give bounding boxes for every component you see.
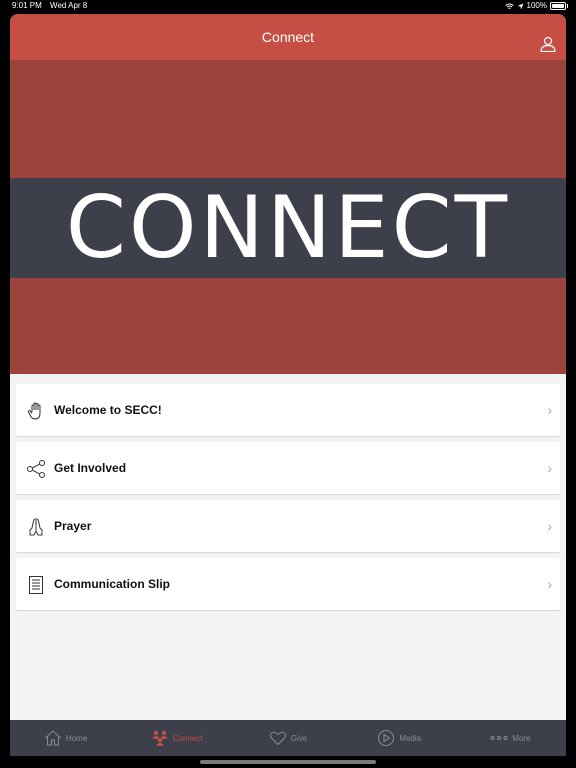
app-window: Connect CONNECT Welcome to SECC! › Get I <box>10 14 566 756</box>
tab-label: Media <box>399 733 422 743</box>
list-item-label: Get Involved <box>54 461 127 475</box>
people-icon <box>152 730 167 746</box>
chevron-right-icon: › <box>547 460 552 476</box>
chevron-right-icon: › <box>547 402 552 418</box>
hero-banner: CONNECT <box>10 60 566 374</box>
list-item-get-involved[interactable]: Get Involved › <box>16 442 560 494</box>
tab-label: More <box>512 733 531 743</box>
tab-give[interactable]: Give <box>232 720 343 756</box>
list-item-label: Communication Slip <box>54 577 171 591</box>
hero-band: CONNECT <box>10 178 566 278</box>
wifi-icon <box>504 3 514 9</box>
page-title: Connect <box>261 29 315 45</box>
nav-bar: Connect <box>10 14 566 60</box>
battery-icon <box>550 2 568 10</box>
list-item-communication-slip[interactable]: Communication Slip › <box>16 558 560 610</box>
document-icon <box>29 576 43 594</box>
status-date: Wed Apr 8 <box>50 1 88 10</box>
menu-list: Welcome to SECC! › Get Involved › Prayer… <box>16 384 560 616</box>
more-icon <box>490 736 508 740</box>
heart-icon <box>269 731 286 746</box>
tab-more[interactable]: More <box>455 720 566 756</box>
tab-label: Give <box>290 733 308 743</box>
tab-home[interactable]: Home <box>10 720 121 756</box>
home-icon <box>45 730 61 746</box>
play-icon <box>378 730 395 746</box>
status-time: 9:01 PM <box>12 1 42 10</box>
chevron-right-icon: › <box>547 518 552 534</box>
tab-connect[interactable]: Connect <box>121 720 232 756</box>
home-indicator[interactable] <box>200 760 376 764</box>
list-item-label: Welcome to SECC! <box>54 403 162 417</box>
hand-icon <box>27 402 41 420</box>
battery-percent: 100% <box>526 1 547 10</box>
list-item-label: Prayer <box>54 519 92 533</box>
list-item-welcome[interactable]: Welcome to SECC! › <box>16 384 560 436</box>
tab-label: Connect <box>172 733 203 743</box>
location-icon <box>517 3 524 9</box>
tab-bar: Home Connect Give Media More <box>10 720 566 756</box>
share-icon <box>27 460 45 478</box>
hero-title: CONNECT <box>65 178 511 278</box>
person-icon[interactable] <box>540 36 556 52</box>
status-bar: 9:01 PM Wed Apr 8 100% <box>0 0 576 12</box>
prayer-hands-icon <box>29 518 43 536</box>
tab-media[interactable]: Media <box>344 720 455 756</box>
tab-label: Home <box>65 733 88 743</box>
list-item-prayer[interactable]: Prayer › <box>16 500 560 552</box>
chevron-right-icon: › <box>547 576 552 592</box>
